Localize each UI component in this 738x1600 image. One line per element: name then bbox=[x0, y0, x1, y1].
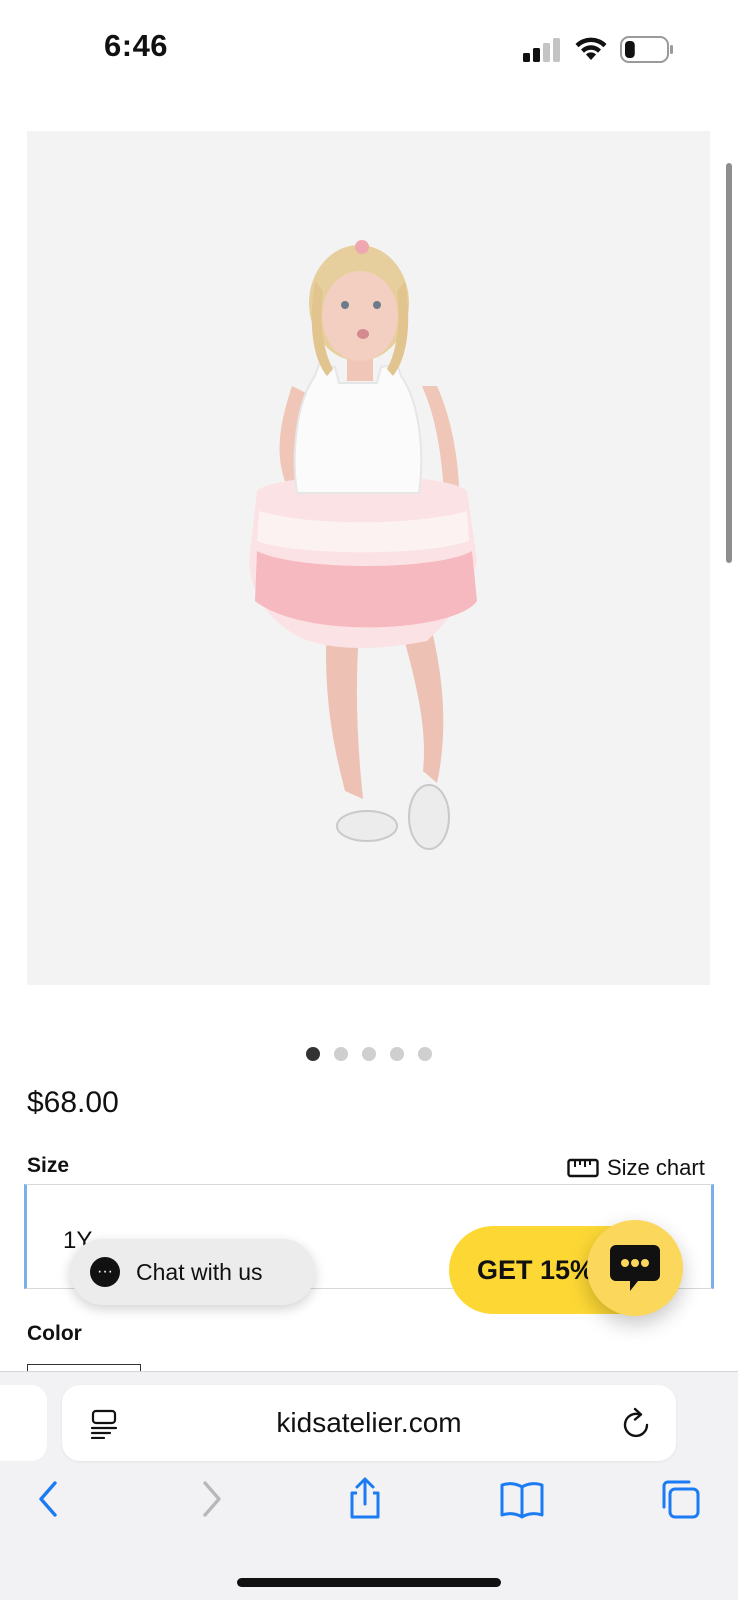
chat-with-us-button[interactable]: ··· Chat with us bbox=[70, 1239, 315, 1305]
tabs-icon[interactable] bbox=[658, 1477, 702, 1521]
page: 6:46 $68.00 Size Size chart 1Y Color ···… bbox=[0, 0, 738, 1600]
image-pagination bbox=[306, 1047, 432, 1061]
back-icon[interactable] bbox=[28, 1477, 72, 1521]
product-photo-girl-in-tutu-dress bbox=[249, 240, 477, 850]
promo-label: GET 15% bbox=[477, 1255, 595, 1285]
signal-icon bbox=[523, 38, 560, 62]
chat-label: Chat with us bbox=[136, 1258, 263, 1285]
forward-icon[interactable] bbox=[188, 1477, 232, 1521]
size-label: Size bbox=[27, 1154, 70, 1177]
product-image[interactable] bbox=[27, 131, 710, 985]
size-chart-label: Size chart bbox=[607, 1155, 705, 1180]
size-chart-link[interactable]: Size chart bbox=[567, 1155, 705, 1181]
pagination-dot[interactable] bbox=[362, 1047, 376, 1061]
reload-icon[interactable] bbox=[622, 1407, 652, 1439]
page-scrollbar[interactable] bbox=[726, 163, 732, 563]
chat-launcher-button[interactable] bbox=[587, 1220, 683, 1316]
url-text: kidsatelier.com bbox=[276, 1407, 462, 1438]
status-time: 6:46 bbox=[104, 28, 169, 63]
previous-tab-preview[interactable] bbox=[0, 1385, 47, 1461]
browser-toolbar bbox=[0, 1477, 738, 1537]
battery-icon bbox=[620, 36, 673, 63]
share-icon[interactable] bbox=[343, 1477, 387, 1521]
bookmarks-icon[interactable] bbox=[500, 1477, 544, 1521]
browser-bottom-bar: kidsatelier.com bbox=[0, 1371, 738, 1600]
chat-bubble-icon: ··· bbox=[90, 1257, 120, 1287]
chat-bubble-icon bbox=[610, 1245, 660, 1291]
home-indicator[interactable] bbox=[237, 1578, 501, 1587]
pagination-dot[interactable] bbox=[418, 1047, 432, 1061]
address-bar[interactable]: kidsatelier.com bbox=[62, 1385, 676, 1461]
pagination-dot[interactable] bbox=[334, 1047, 348, 1061]
pagination-dot[interactable] bbox=[390, 1047, 404, 1061]
pagination-dot[interactable] bbox=[306, 1047, 320, 1061]
wifi-icon bbox=[575, 37, 607, 60]
color-label: Color bbox=[27, 1322, 82, 1345]
status-bar: 6:46 bbox=[0, 0, 738, 100]
product-price: $68.00 bbox=[27, 1086, 119, 1119]
ruler-icon bbox=[567, 1158, 599, 1178]
